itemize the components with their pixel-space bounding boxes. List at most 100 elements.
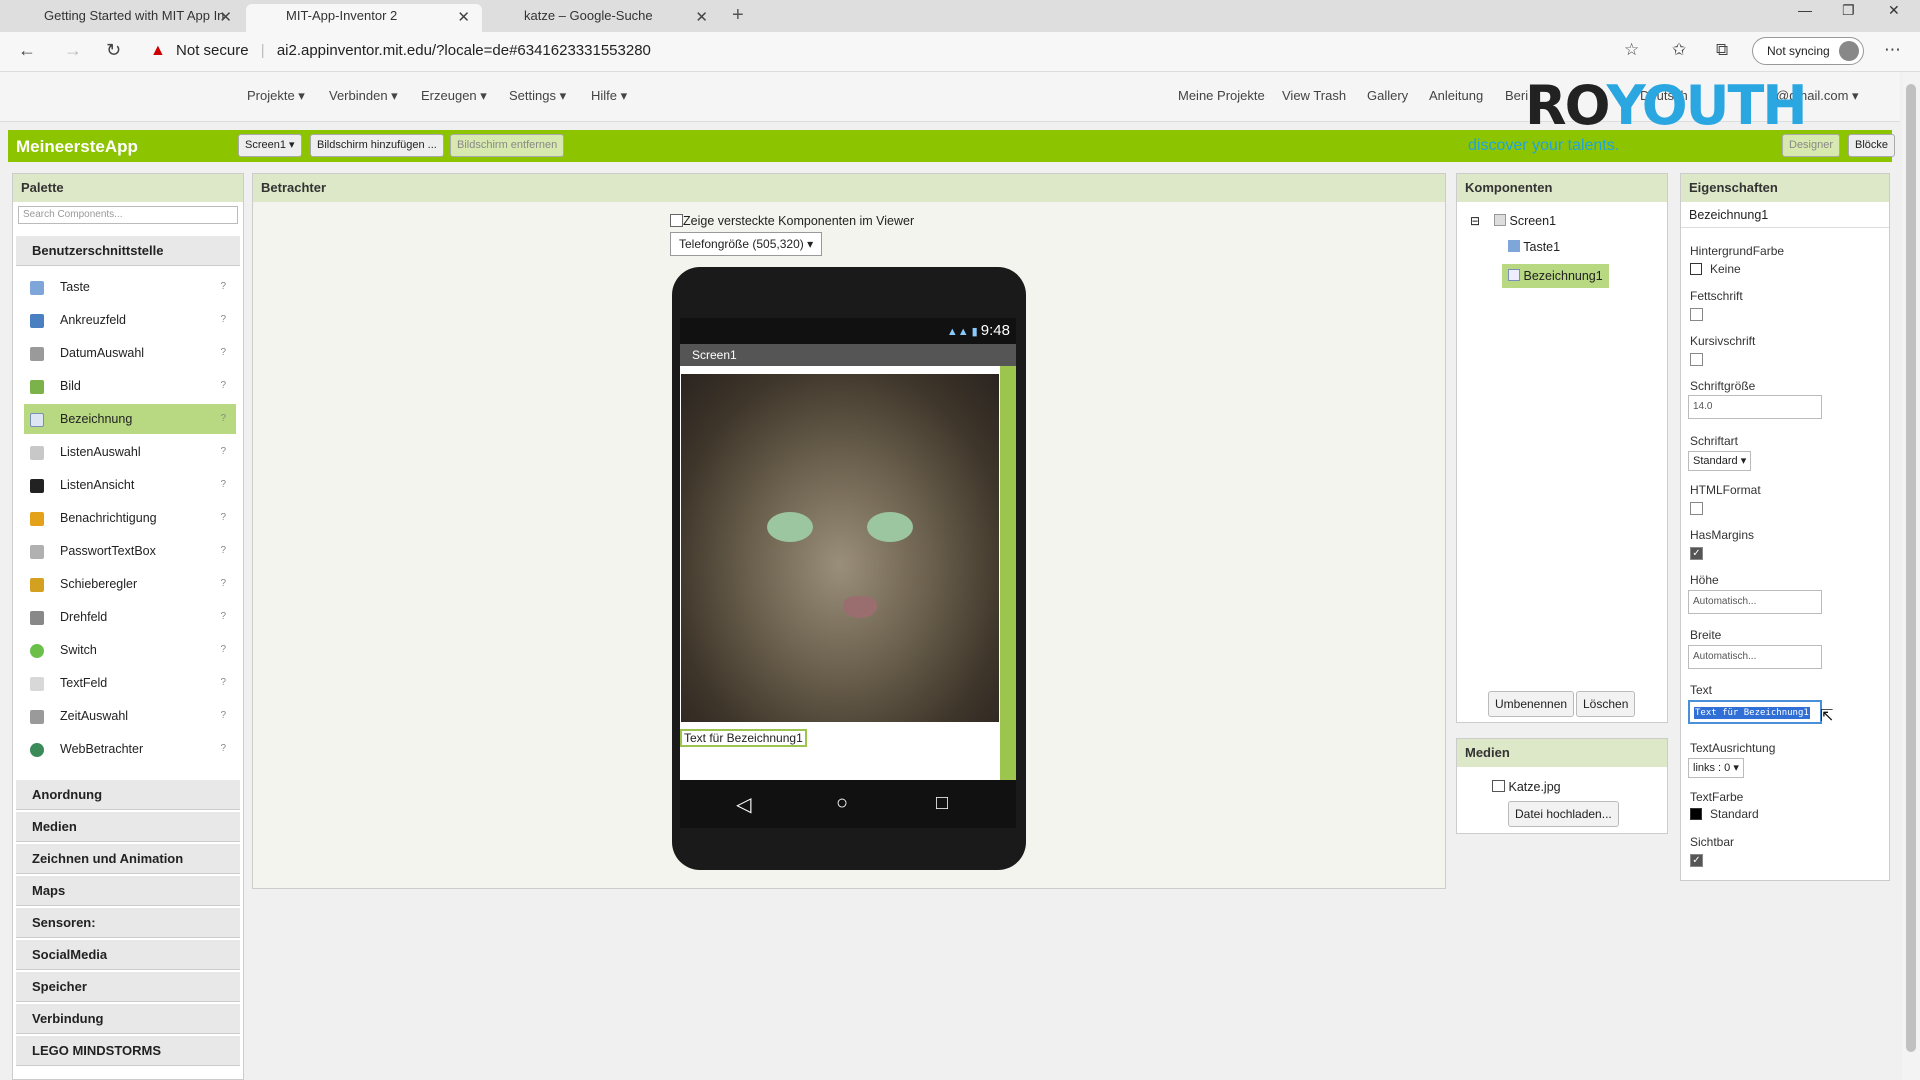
- palette-category-anordnung[interactable]: Anordnung: [16, 780, 240, 810]
- palette-category-zeichnen[interactable]: Zeichnen und Animation: [16, 844, 240, 874]
- menu-verbinden[interactable]: Verbinden ▾: [329, 88, 398, 104]
- text-input[interactable]: Text für Bezeichnung1: [1694, 707, 1810, 719]
- menu-settings[interactable]: Settings ▾: [509, 88, 566, 104]
- phone-size-select[interactable]: Telefongröße (505,320) ▾: [670, 232, 823, 256]
- prop-background-value[interactable]: Keine: [1710, 262, 1741, 276]
- menu-gallery[interactable]: Gallery: [1367, 88, 1408, 103]
- help-icon[interactable]: ?: [220, 602, 226, 632]
- palette-item-datumauswahl[interactable]: DatumAuswahl?: [24, 338, 236, 368]
- menu-view-trash[interactable]: View Trash: [1282, 88, 1346, 103]
- page-scrollbar[interactable]: [1902, 72, 1920, 1080]
- tab-katze-search[interactable]: katze – Google-Suche ✕: [484, 4, 720, 32]
- hasmargins-checkbox[interactable]: ✓: [1690, 547, 1703, 560]
- close-tab-icon[interactable]: ✕: [457, 6, 470, 30]
- palette-category-socialmedia[interactable]: SocialMedia: [16, 940, 240, 970]
- palette-item-bezeichnung[interactable]: Bezeichnung?: [24, 404, 236, 434]
- menu-anleitung[interactable]: Anleitung: [1429, 88, 1483, 103]
- textalign-select[interactable]: links : 0 ▾: [1688, 758, 1744, 778]
- palette-item-zeitauswahl[interactable]: ZeitAuswahl?: [24, 701, 236, 731]
- tree-collapse-icon[interactable]: ⊟: [1470, 214, 1480, 228]
- palette-category-verbindung[interactable]: Verbindung: [16, 1004, 240, 1034]
- media-item-katze[interactable]: Katze.jpg: [1492, 780, 1561, 794]
- rename-button[interactable]: Umbenennen: [1488, 691, 1575, 717]
- palette-item-drehfeld[interactable]: Drehfeld?: [24, 602, 236, 632]
- screen-select-button[interactable]: Screen1 ▾: [238, 134, 302, 157]
- palette-category-sensoren[interactable]: Sensoren:: [16, 908, 240, 938]
- collections-icon[interactable]: ⧉: [1716, 40, 1728, 60]
- help-icon[interactable]: ?: [220, 305, 226, 335]
- palette-search-input[interactable]: Search Components...: [18, 206, 238, 224]
- back-icon[interactable]: ←: [18, 40, 36, 61]
- url-field[interactable]: ▲ Not secure | ai2.appinventor.mit.edu/?…: [150, 36, 651, 66]
- close-window-icon[interactable]: ✕: [1888, 2, 1900, 19]
- palette-item-textfeld[interactable]: TextFeld?: [24, 668, 236, 698]
- palette-category-speicher[interactable]: Speicher: [16, 972, 240, 1002]
- add-screen-button[interactable]: Bildschirm hinzufügen ...: [310, 134, 444, 157]
- help-icon[interactable]: ?: [220, 734, 226, 764]
- help-icon[interactable]: ?: [220, 470, 226, 500]
- palette-item-benachrichtigung[interactable]: Benachrichtigung?: [24, 503, 236, 533]
- visible-checkbox[interactable]: ✓: [1690, 854, 1703, 867]
- palette-section-ui[interactable]: Benutzerschnittstelle: [16, 236, 240, 266]
- remove-screen-button[interactable]: Bildschirm entfernen: [450, 134, 565, 157]
- scrollbar-thumb[interactable]: [1906, 84, 1916, 1052]
- italic-checkbox[interactable]: [1690, 353, 1703, 366]
- bold-checkbox[interactable]: [1690, 308, 1703, 321]
- more-icon[interactable]: ⋯: [1884, 40, 1901, 60]
- palette-item-listenauswahl[interactable]: ListenAuswahl?: [24, 437, 236, 467]
- help-icon[interactable]: ?: [220, 437, 226, 467]
- minimize-icon[interactable]: —: [1798, 2, 1812, 18]
- height-input[interactable]: Automatisch...: [1688, 590, 1822, 614]
- palette-item-schieberegler[interactable]: Schieberegler?: [24, 569, 236, 599]
- menu-projekte[interactable]: Projekte ▾: [247, 88, 305, 104]
- width-input[interactable]: Automatisch...: [1688, 645, 1822, 669]
- new-tab-icon[interactable]: +: [732, 4, 744, 27]
- background-color-swatch[interactable]: [1690, 263, 1702, 275]
- palette-item-listenansicht[interactable]: ListenAnsicht?: [24, 470, 236, 500]
- close-tab-icon[interactable]: ✕: [695, 6, 708, 30]
- palette-item-taste[interactable]: Taste?: [24, 272, 236, 302]
- menu-erzeugen[interactable]: Erzeugen ▾: [421, 88, 487, 104]
- textcolor-swatch[interactable]: [1690, 808, 1702, 820]
- close-tab-icon[interactable]: ✕: [219, 6, 232, 30]
- help-icon[interactable]: ?: [220, 338, 226, 368]
- palette-category-medien[interactable]: Medien: [16, 812, 240, 842]
- help-icon[interactable]: ?: [220, 701, 226, 731]
- palette-item-bild[interactable]: Bild?: [24, 371, 236, 401]
- palette-item-webbetrachter[interactable]: WebBetrachter?: [24, 734, 236, 764]
- palette-category-lego[interactable]: LEGO MINDSTORMS: [16, 1036, 240, 1066]
- prop-textcolor-value[interactable]: Standard: [1710, 807, 1759, 821]
- reload-icon[interactable]: ↻: [106, 40, 121, 61]
- menu-meine-projekte[interactable]: Meine Projekte: [1178, 88, 1265, 103]
- help-icon[interactable]: ?: [220, 668, 226, 698]
- blocks-button[interactable]: Blöcke: [1848, 134, 1896, 157]
- palette-item-passworttextbox[interactable]: PasswortTextBox?: [24, 536, 236, 566]
- fontsize-input[interactable]: 14.0: [1688, 395, 1822, 419]
- label-bezeichnung1[interactable]: Text für Bezeichnung1: [680, 729, 807, 747]
- sync-button[interactable]: Not syncing: [1752, 37, 1864, 65]
- htmlformat-checkbox[interactable]: [1690, 502, 1703, 515]
- font-select[interactable]: Standard ▾: [1688, 451, 1752, 471]
- help-icon[interactable]: ?: [220, 503, 226, 533]
- palette-category-maps[interactable]: Maps: [16, 876, 240, 906]
- star-icon[interactable]: ☆: [1624, 40, 1639, 60]
- hidden-components-checkbox[interactable]: [670, 214, 683, 227]
- tree-item-screen1[interactable]: Screen1: [1494, 214, 1556, 228]
- upload-file-button[interactable]: Datei hochladen...: [1508, 801, 1619, 827]
- menu-hilfe[interactable]: Hilfe ▾: [591, 88, 627, 104]
- tree-item-bezeichnung1[interactable]: Bezeichnung1: [1502, 264, 1609, 288]
- palette-item-ankreuzfeld[interactable]: Ankreuzfeld?: [24, 305, 236, 335]
- tab-getting-started[interactable]: Getting Started with MIT App In ✕: [4, 4, 244, 32]
- help-icon[interactable]: ?: [220, 371, 226, 401]
- tab-app-inventor[interactable]: MIT-App-Inventor 2 ✕: [246, 4, 482, 32]
- help-icon[interactable]: ?: [220, 404, 226, 434]
- help-icon[interactable]: ?: [220, 635, 226, 665]
- favorites-icon[interactable]: ✩: [1672, 40, 1686, 60]
- palette-item-switch[interactable]: Switch?: [24, 635, 236, 665]
- cat-image[interactable]: [681, 374, 999, 722]
- help-icon[interactable]: ?: [220, 536, 226, 566]
- designer-button[interactable]: Designer: [1782, 134, 1841, 157]
- restore-icon[interactable]: ❐: [1842, 2, 1855, 19]
- delete-button[interactable]: Löschen: [1576, 691, 1636, 717]
- forward-icon[interactable]: →: [64, 40, 82, 61]
